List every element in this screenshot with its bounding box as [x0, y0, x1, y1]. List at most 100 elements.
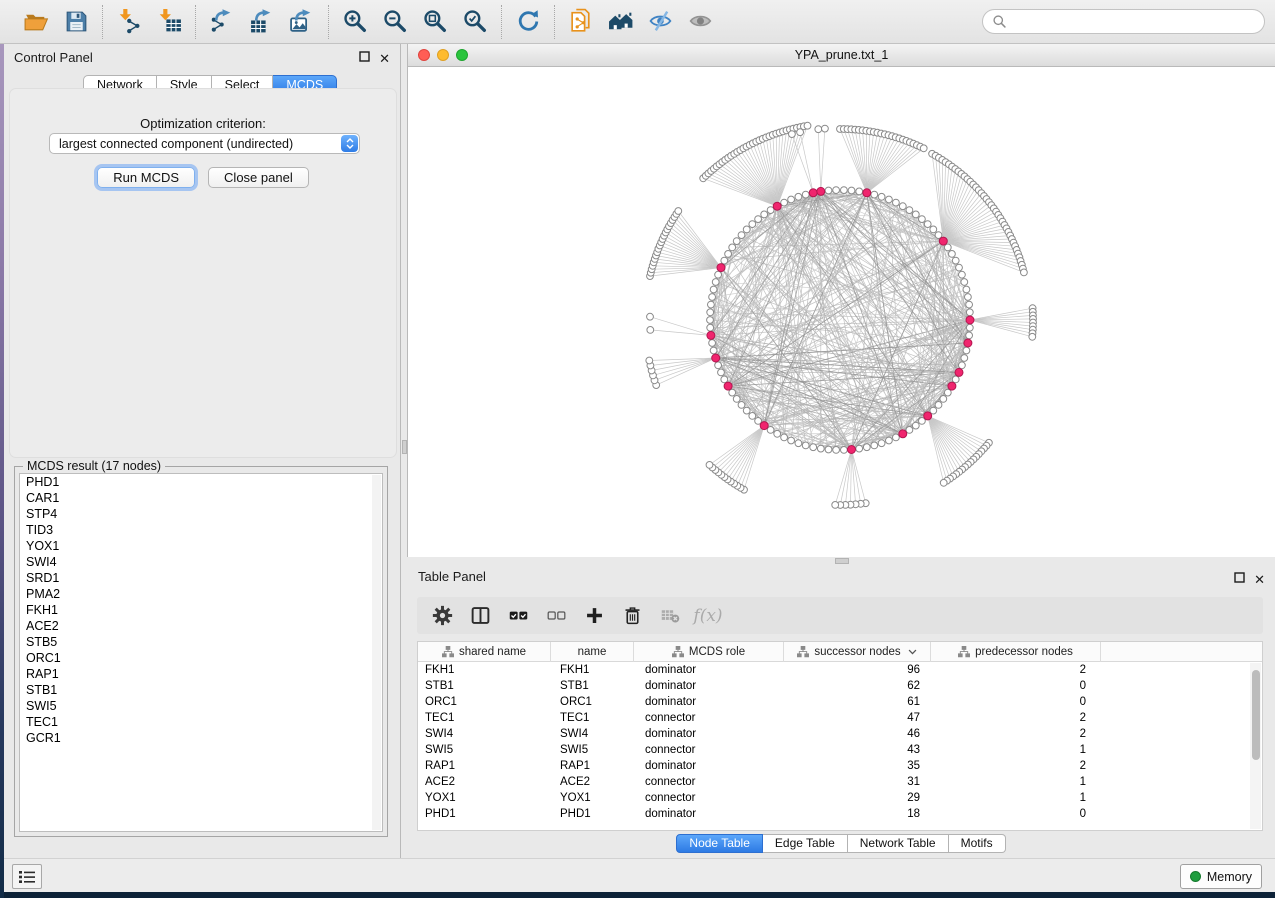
mcds-node-item[interactable]: YOX1	[20, 538, 382, 554]
network-canvas[interactable]	[408, 66, 1275, 556]
mcds-node-item[interactable]: GCR1	[20, 730, 382, 746]
zoom-in-button[interactable]	[339, 6, 371, 38]
search-input[interactable]	[1012, 14, 1255, 30]
table-row[interactable]: TEC1TEC1connector472	[418, 710, 1262, 726]
table-tabs: Node TableEdge TableNetwork TableMotifs	[407, 834, 1275, 853]
column-label: successor nodes	[814, 646, 900, 658]
search-icon	[992, 14, 1007, 29]
float-panel-icon[interactable]	[359, 49, 370, 67]
tab-node-table[interactable]: Node Table	[676, 834, 763, 853]
mcds-node-item[interactable]: PHD1	[20, 474, 382, 490]
cell-mcds-role: dominator	[634, 696, 784, 708]
close-panel-icon[interactable]: ✕	[379, 53, 390, 64]
cell-successor-nodes: 61	[784, 696, 931, 708]
open-file-button[interactable]	[20, 6, 52, 38]
mcds-node-item[interactable]: TEC1	[20, 714, 382, 730]
mcds-node-item[interactable]: SWI5	[20, 698, 382, 714]
column-type-icon	[672, 646, 684, 658]
tab-motifs[interactable]: Motifs	[949, 834, 1006, 853]
show-all-button[interactable]	[685, 6, 717, 38]
export-image-button[interactable]	[286, 6, 318, 38]
column-label: predecessor nodes	[975, 646, 1073, 658]
mcds-node-item[interactable]: SRD1	[20, 570, 382, 586]
select-all-rows-button[interactable]	[501, 601, 535, 631]
table-row[interactable]: RAP1RAP1dominator352	[418, 758, 1262, 774]
new-network-from-selection-button[interactable]	[565, 6, 597, 38]
cell-mcds-role: connector	[634, 776, 784, 788]
table-settings-button[interactable]	[425, 601, 459, 631]
table-row[interactable]: ORC1ORC1dominator610	[418, 694, 1262, 710]
column-header-MCDS-role[interactable]: MCDS role	[634, 642, 784, 662]
mcds-list-scrollbar[interactable]	[372, 475, 381, 830]
horizontal-splitter-handle[interactable]	[835, 558, 849, 564]
export-table-button[interactable]	[246, 6, 278, 38]
tab-network-table[interactable]: Network Table	[848, 834, 949, 853]
mcds-node-item[interactable]: FKH1	[20, 602, 382, 618]
import-network-button[interactable]	[113, 6, 145, 38]
cell-shared-name: FKH1	[418, 664, 551, 676]
table-row[interactable]: YOX1YOX1connector291	[418, 790, 1262, 806]
table-row[interactable]: SWI4SWI4dominator462	[418, 726, 1262, 742]
mcds-result-list[interactable]: PHD1CAR1STP4TID3YOX1SWI4SRD1PMA2FKH1ACE2…	[19, 473, 383, 832]
table-scrollbar-thumb[interactable]	[1252, 670, 1260, 760]
zoom-out-button[interactable]	[379, 6, 411, 38]
table-scrollbar[interactable]	[1250, 663, 1261, 829]
mcds-node-item[interactable]: STP4	[20, 506, 382, 522]
hide-selected-button[interactable]	[645, 6, 677, 38]
close-table-panel-icon[interactable]: ✕	[1254, 574, 1265, 585]
status-bar: Memory	[4, 858, 1275, 892]
table-row[interactable]: PHD1PHD1dominator180	[418, 806, 1262, 822]
import-table-button[interactable]	[153, 6, 185, 38]
task-list-icon	[19, 870, 35, 884]
cell-shared-name: PHD1	[418, 808, 551, 820]
memory-button[interactable]: Memory	[1180, 864, 1262, 889]
column-header-successor-nodes[interactable]: successor nodes	[784, 642, 931, 662]
create-column-button[interactable]	[577, 601, 611, 631]
cell-mcds-role: dominator	[634, 680, 784, 692]
search-box[interactable]	[982, 9, 1265, 34]
mcds-node-item[interactable]: CAR1	[20, 490, 382, 506]
cell-mcds-role: connector	[634, 744, 784, 756]
column-header-name[interactable]: name	[551, 642, 634, 662]
cell-shared-name: RAP1	[418, 760, 551, 772]
mcds-node-item[interactable]: PMA2	[20, 586, 382, 602]
save-session-button[interactable]	[60, 6, 92, 38]
float-table-panel-icon[interactable]	[1234, 570, 1245, 588]
show-columns-button[interactable]	[463, 601, 497, 631]
cell-name: SWI5	[551, 744, 634, 756]
cell-successor-nodes: 43	[784, 744, 931, 756]
mcds-node-item[interactable]: ACE2	[20, 618, 382, 634]
delete-columns-button[interactable]	[615, 601, 649, 631]
export-network-button[interactable]	[206, 6, 238, 38]
first-neighbors-button[interactable]	[605, 6, 637, 38]
vertical-splitter[interactable]	[400, 44, 407, 858]
mcds-node-item[interactable]: ORC1	[20, 650, 382, 666]
horizontal-splitter[interactable]	[407, 557, 1275, 565]
toolbar-group	[103, 6, 195, 38]
close-panel-button[interactable]: Close panel	[208, 167, 309, 188]
mcds-node-item[interactable]: SWI4	[20, 554, 382, 570]
table-row[interactable]: SWI5SWI5connector431	[418, 742, 1262, 758]
column-header-shared-name[interactable]: shared name	[418, 642, 551, 662]
mcds-node-item[interactable]: TID3	[20, 522, 382, 538]
run-mcds-button[interactable]: Run MCDS	[97, 167, 195, 188]
tab-edge-table[interactable]: Edge Table	[763, 834, 848, 853]
refresh-view-button[interactable]	[512, 6, 544, 38]
zoom-fit-button[interactable]	[419, 6, 451, 38]
network-window-titlebar[interactable]: YPA_prune.txt_1	[408, 44, 1275, 67]
mcds-node-item[interactable]: STB5	[20, 634, 382, 650]
task-history-button[interactable]	[12, 864, 42, 889]
export-image-icon	[289, 8, 316, 35]
deselect-all-rows-button[interactable]	[539, 601, 573, 631]
table-row[interactable]: STB1STB1dominator620	[418, 678, 1262, 694]
mcds-node-item[interactable]: RAP1	[20, 666, 382, 682]
control-panel: Control Panel ✕ NetworkStyleSelectMCDS O…	[4, 44, 400, 858]
criterion-dropdown[interactable]: largest connected component (undirected)	[49, 133, 360, 154]
table-row[interactable]: FKH1FKH1dominator962	[418, 662, 1262, 678]
doc-network-icon	[568, 8, 595, 35]
table-row[interactable]: ACE2ACE2connector311	[418, 774, 1262, 790]
mcds-node-item[interactable]: STB1	[20, 682, 382, 698]
zoom-selected-button[interactable]	[459, 6, 491, 38]
cell-successor-nodes: 96	[784, 664, 931, 676]
column-header-predecessor-nodes[interactable]: predecessor nodes	[931, 642, 1101, 662]
